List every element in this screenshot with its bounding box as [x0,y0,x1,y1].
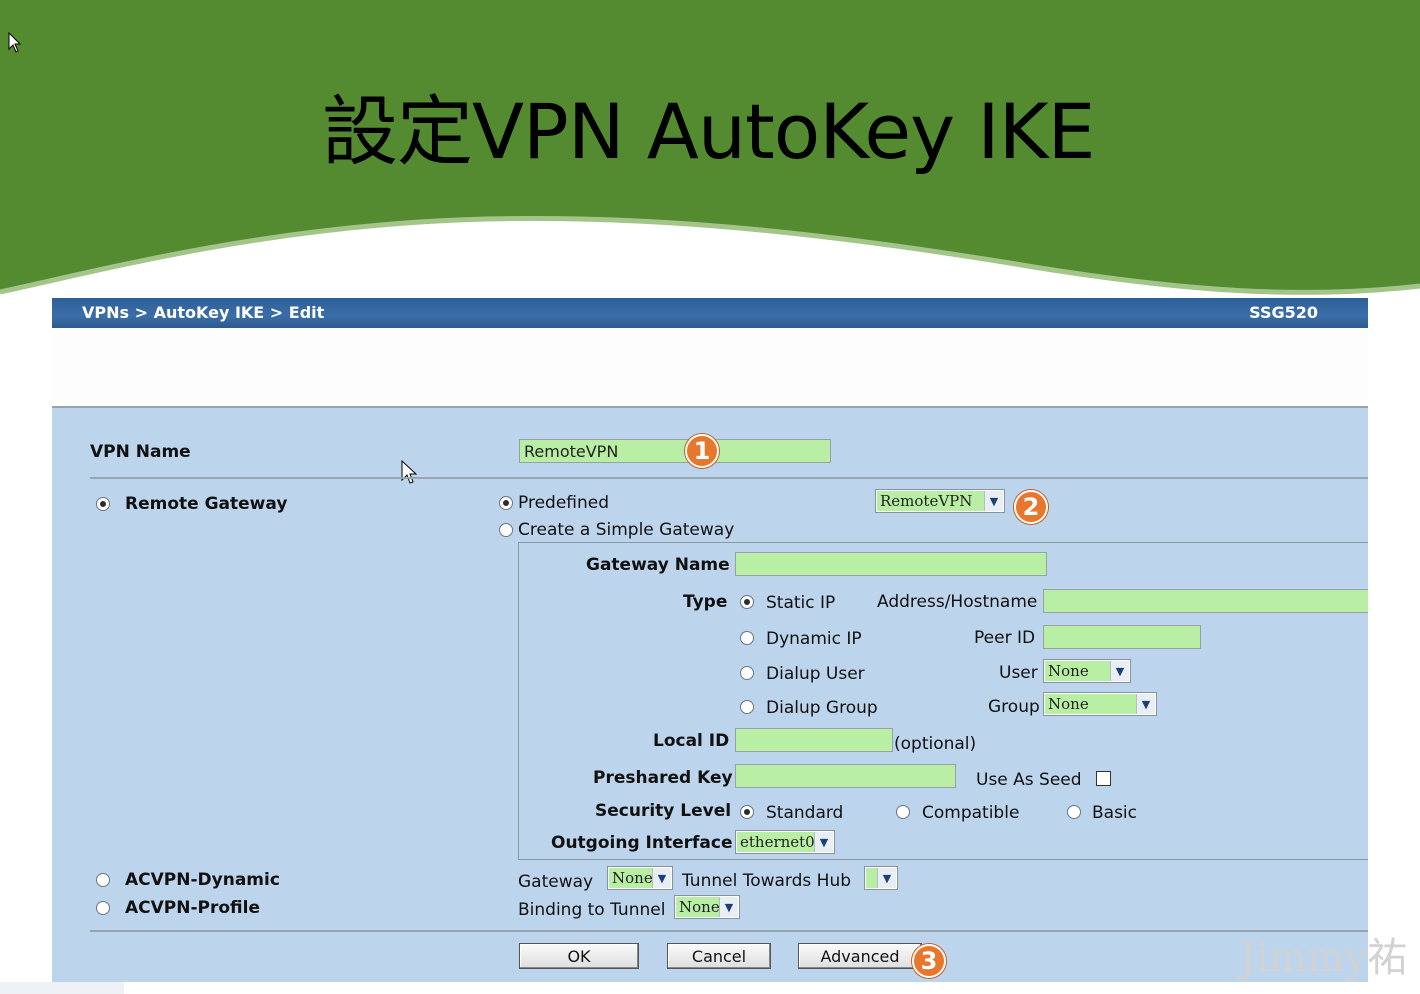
acvpn-dynamic-radio[interactable] [96,873,110,887]
type-static-ip-radio[interactable] [740,595,754,609]
gateway-name-input[interactable] [735,552,1047,576]
divider [90,477,1368,479]
type-static-ip-label: Static IP [766,593,836,613]
security-basic-radio[interactable] [1067,805,1081,819]
peer-id-input[interactable] [1043,625,1201,649]
user-select-value: None [1045,661,1110,681]
preshared-key-label: Preshared Key [593,768,733,788]
title-bar: VPNs > AutoKey IKE > Edit SSG520 [52,298,1368,328]
bottom-strip [0,982,124,994]
type-dialup-group-label: Dialup Group [766,698,878,718]
group-label: Group [988,697,1040,717]
type-dialup-user-label: Dialup User [766,664,865,684]
create-simple-gateway-label: Create a Simple Gateway [518,520,735,540]
local-id-input[interactable] [735,728,893,752]
group-select[interactable]: None ▼ [1043,692,1157,716]
chevron-down-icon: ▼ [877,868,896,888]
slide-title: 設定VPN AutoKey IKE [322,87,1096,176]
chevron-down-icon: ▼ [1110,661,1129,681]
use-as-seed-label: Use As Seed [976,770,1082,790]
vpn-edit-panel: VPNs > AutoKey IKE > Edit SSG520 VPN Nam… [52,298,1368,982]
chevron-down-icon: ▼ [719,897,738,917]
peer-id-label: Peer ID [974,628,1036,648]
cancel-button[interactable]: Cancel [667,943,771,969]
type-label: Type [683,592,728,612]
tunnel-towards-hub-label: Tunnel Towards Hub [682,871,852,891]
address-hostname-label: Address/Hostname [877,592,1038,612]
watermark: Jimmy祐 [1240,935,1408,981]
mouse-cursor-icon [8,32,22,53]
address-hostname-input[interactable] [1043,589,1368,613]
callout-badge-3: 3 [912,944,946,978]
tunnel-towards-hub-select[interactable]: ▼ [864,866,898,890]
vpn-name-label: VPN Name [90,442,191,462]
local-id-optional: (optional) [894,734,977,754]
callout-badge-1: 1 [685,434,719,468]
type-dialup-group-radio[interactable] [740,700,754,714]
security-basic-label: Basic [1092,803,1138,823]
preshared-key-input[interactable] [735,764,956,788]
outgoing-interface-value: ethernet0/0 [737,832,814,852]
security-compatible-label: Compatible [922,803,1020,823]
acvpn-dynamic-label: ACVPN-Dynamic [125,870,280,890]
chevron-down-icon: ▼ [1136,694,1155,714]
ok-button[interactable]: OK [519,943,639,969]
chevron-down-icon: ▼ [652,868,671,888]
outgoing-interface-select[interactable]: ethernet0/0 ▼ [735,830,835,854]
acvpn-profile-label: ACVPN-Profile [125,898,261,918]
tunnel-towards-hub-value [866,868,877,888]
local-id-label: Local ID [653,731,730,751]
type-dialup-user-radio[interactable] [740,666,754,680]
security-level-label: Security Level [595,801,732,821]
type-dynamic-ip-radio[interactable] [740,631,754,645]
outgoing-interface-label: Outgoing Interface [551,833,733,853]
vpn-name-input[interactable]: RemoteVPN [519,439,831,463]
security-standard-label: Standard [766,803,844,823]
acvpn-gateway-label: Gateway [518,872,594,892]
predefined-label: Predefined [518,493,610,513]
create-simple-gateway-radio[interactable] [499,523,513,537]
user-label: User [999,663,1038,683]
group-select-value: None [1045,694,1136,714]
acvpn-profile-radio[interactable] [96,901,110,915]
header-spacer [52,328,1368,408]
gateway-name-label: Gateway Name [586,555,730,575]
device-name: SSG520 [1249,303,1318,322]
remote-gateway-radio[interactable] [96,497,110,511]
mouse-cursor-icon [401,460,418,484]
binding-to-tunnel-select[interactable]: None ▼ [674,895,740,919]
advanced-button[interactable]: Advanced [798,943,922,969]
chevron-down-icon: ▼ [814,832,833,852]
breadcrumb: VPNs > AutoKey IKE > Edit [82,303,325,322]
predefined-radio[interactable] [499,496,513,510]
callout-badge-2: 2 [1014,490,1048,524]
use-as-seed-checkbox[interactable] [1096,771,1111,786]
security-compatible-radio[interactable] [896,805,910,819]
vpn-form: VPN Name RemoteVPN 1 Remote Gateway Pred… [52,408,1368,982]
binding-to-tunnel-label: Binding to Tunnel [518,900,666,920]
security-standard-radio[interactable] [740,805,754,819]
chevron-down-icon: ▼ [984,491,1003,511]
type-dynamic-ip-label: Dynamic IP [766,629,862,649]
acvpn-gateway-select[interactable]: None ▼ [607,866,673,890]
predefined-gateway-select[interactable]: RemoteVPN ▼ [875,489,1005,513]
remote-gateway-label: Remote Gateway [125,494,288,514]
binding-to-tunnel-value: None [676,897,719,917]
divider [90,930,1368,932]
acvpn-gateway-value: None [609,868,652,888]
user-select[interactable]: None ▼ [1043,659,1131,683]
predefined-gateway-value: RemoteVPN [877,491,984,511]
